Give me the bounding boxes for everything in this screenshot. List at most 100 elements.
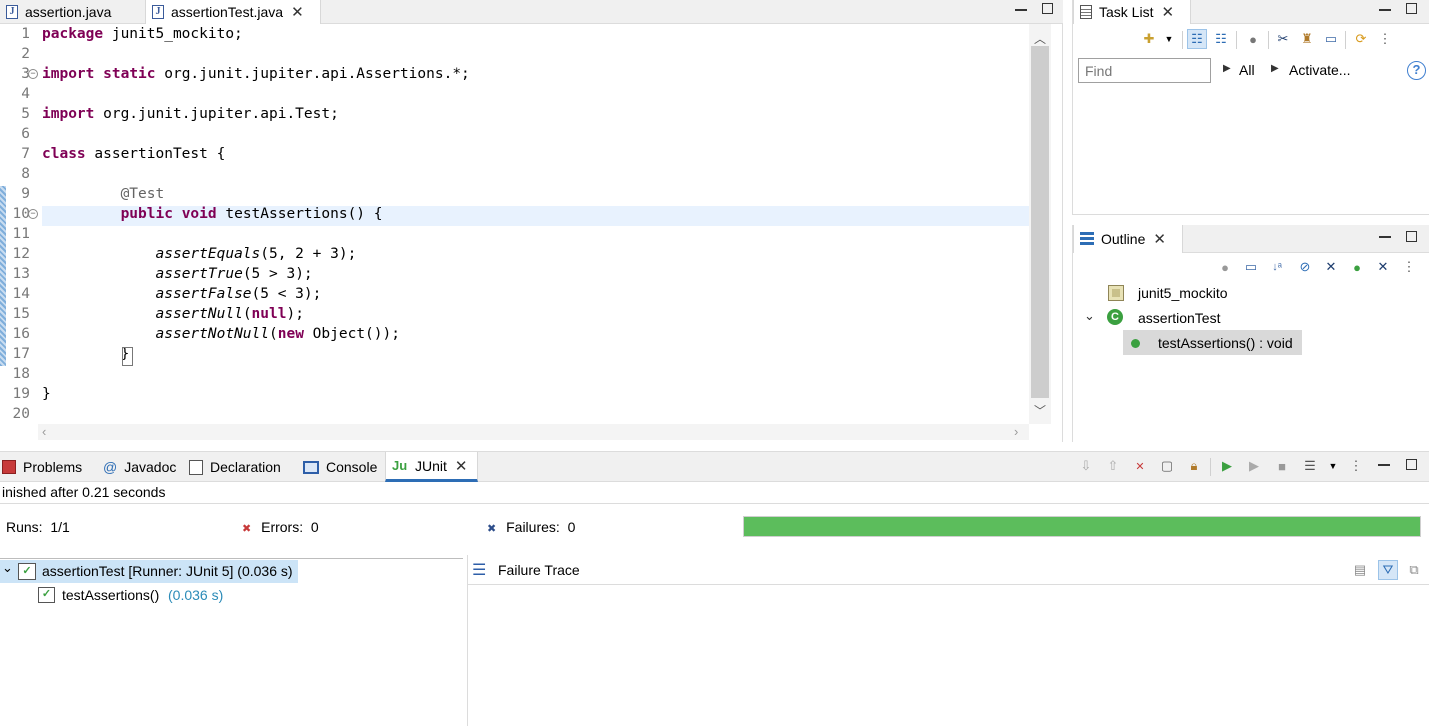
stop-icon[interactable]: ■ (1272, 456, 1292, 476)
minimize-icon[interactable] (1378, 458, 1390, 466)
tab-assertiontest-java[interactable]: J assertionTest.java ✕ (145, 0, 321, 24)
fold-icon[interactable]: − (28, 69, 38, 79)
line-number: 3 (21, 66, 30, 82)
tab-task-list[interactable]: Task List ✕ (1073, 0, 1191, 24)
close-icon[interactable]: ✕ (1161, 3, 1174, 21)
horizontal-scrollbar[interactable]: ‹ › (38, 424, 1029, 440)
copy-trace-icon[interactable]: ⧉ (1404, 560, 1424, 580)
minimize-icon[interactable] (1379, 230, 1391, 238)
rerun-failed-icon[interactable]: ▶ (1244, 456, 1264, 476)
show-skipped-icon[interactable]: ▢ (1157, 456, 1177, 476)
code-line: assertNull(null); (155, 306, 304, 322)
maximize-icon[interactable] (1406, 3, 1417, 14)
hide-local-types-icon[interactable]: ✕ (1373, 257, 1393, 277)
expand-arrow-icon[interactable]: ▶ (1223, 63, 1231, 74)
tab-label: Outline (1101, 231, 1146, 247)
tab-outline[interactable]: Outline ✕ (1073, 225, 1183, 253)
new-task-icon[interactable]: ✚ (1139, 29, 1159, 49)
runs-label: Runs: (6, 519, 43, 535)
hide-static-icon[interactable]: ✕ (1321, 257, 1341, 277)
collapse-all-icon[interactable]: ▭ (1241, 257, 1261, 277)
code-editor[interactable]: 1 package junit5_mockito; 2 3 import static … (0, 24, 1063, 442)
bracket-match-box (122, 347, 133, 366)
hide-completed-icon[interactable]: ✂ (1273, 29, 1293, 49)
test-history-icon[interactable]: ☰ (1300, 456, 1320, 476)
tree-row-root[interactable]: ⌄ ✓ assertionTest [Runner: JUnit 5] (0.0… (0, 560, 298, 583)
scroll-up-icon[interactable]: ︿ (1034, 30, 1046, 47)
help-icon[interactable]: ? (1407, 61, 1426, 80)
tab-label: Problems (23, 459, 83, 475)
tab-console[interactable]: Console (297, 452, 385, 482)
tab-junit[interactable]: Ju JUnit ✕ (385, 452, 478, 482)
tab-declaration[interactable]: Declaration (183, 452, 297, 482)
line-number: 2 (21, 46, 30, 62)
scroll-left-icon[interactable]: ‹ (42, 424, 46, 439)
view-menu-icon[interactable]: ⋮ (1375, 29, 1395, 49)
tab-javadoc[interactable]: @ Javadoc (97, 452, 183, 482)
chevron-down-icon[interactable]: ⌄ (1084, 308, 1095, 324)
maximize-icon[interactable] (1406, 231, 1417, 242)
outline-class[interactable]: assertionTest (1138, 310, 1220, 326)
scroll-down-icon[interactable]: ﹀ (1034, 402, 1046, 419)
hide-fields-icon[interactable]: ⊘ (1295, 257, 1315, 277)
view-menu-icon[interactable]: ⋮ (1346, 456, 1366, 476)
fold-icon[interactable]: − (28, 209, 38, 219)
all-link[interactable]: All (1239, 62, 1255, 78)
editor-tabbar: J assertion.java J assertionTest.java ✕ (0, 0, 1063, 24)
outline-package[interactable]: junit5_mockito (1138, 285, 1228, 301)
dropdown-icon[interactable]: ▼ (1159, 29, 1179, 49)
tree-root-label: assertionTest [Runner: JUnit 5] (0.036 s… (42, 563, 293, 579)
line-number: 14 (12, 286, 30, 302)
line-number: 6 (21, 126, 30, 142)
find-input[interactable]: Find (1078, 58, 1211, 83)
rerun-icon[interactable]: ▶ (1217, 456, 1237, 476)
hide-nonpublic-icon[interactable]: ● (1347, 257, 1367, 277)
close-icon[interactable]: ✕ (1153, 230, 1166, 248)
minimize-icon[interactable] (1015, 3, 1027, 11)
maximize-icon[interactable] (1042, 3, 1053, 14)
focus-icon[interactable]: ● (1215, 257, 1235, 277)
bottom-tabbar: Problems @ Javadoc Declaration Console J… (0, 452, 1429, 482)
line-number: 13 (12, 266, 30, 282)
scroll-right-icon[interactable]: › (1014, 424, 1018, 439)
collapse-all-icon[interactable]: ▭ (1321, 29, 1341, 49)
view-menu-icon[interactable]: ⋮ (1399, 257, 1419, 277)
show-failures-only-icon[interactable]: ✕ (1130, 456, 1150, 476)
chevron-down-icon[interactable]: ⌄ (2, 560, 13, 576)
next-failure-icon[interactable]: ⇩ (1076, 456, 1096, 476)
expand-arrow-icon[interactable]: ▶ (1271, 63, 1279, 74)
outline-method-row[interactable]: testAssertions() : void (1123, 330, 1302, 355)
progress-fill (744, 517, 1420, 536)
sort-az-icon[interactable]: ↓ᵃ (1267, 257, 1287, 277)
tab-assertion-java[interactable]: J assertion.java (0, 0, 145, 24)
code-line: assertEquals(5, 2 + 3); (155, 246, 357, 262)
minimize-icon[interactable] (1379, 3, 1391, 11)
filter-icon[interactable]: ♜ (1297, 29, 1317, 49)
scroll-lock-icon[interactable]: 🔒︎ (1184, 456, 1204, 476)
errors-label: Errors: (261, 519, 304, 535)
close-icon[interactable]: ✕ (455, 457, 468, 475)
filter-stack-icon[interactable]: ⛛ (1378, 560, 1398, 580)
focus-icon[interactable]: ● (1243, 29, 1263, 49)
close-icon[interactable]: ✕ (291, 3, 304, 21)
compare-results-icon[interactable]: ▤ (1350, 560, 1370, 580)
categorized-icon[interactable]: ☷ (1187, 29, 1207, 49)
code-line: } (42, 346, 130, 362)
test-tree[interactable]: ⌄ ✓ assertionTest [Runner: JUnit 5] (0.0… (0, 558, 463, 726)
scrollbar-thumb[interactable] (1031, 46, 1049, 398)
line-number: 11 (12, 226, 30, 242)
maximize-icon[interactable] (1406, 459, 1417, 470)
previous-failure-icon[interactable]: ⇧ (1103, 456, 1123, 476)
task-list-toolbar: ✚ ▼ ☷ ☷ ● ✂ ♜ ▭ ⟳ ⋮ (1139, 29, 1429, 51)
activate-link[interactable]: Activate... (1289, 62, 1350, 78)
bottom-panel: Problems @ Javadoc Declaration Console J… (0, 451, 1429, 726)
junit-toolbar: ⇩ ⇧ ✕ ▢ 🔒︎ ▶ ▶ ■ ☰ ▼ ⋮ (1076, 456, 1376, 478)
scheduled-icon[interactable]: ☷ (1211, 29, 1231, 49)
tab-problems[interactable]: Problems (0, 452, 97, 482)
sync-icon[interactable]: ⟳ (1351, 29, 1371, 49)
stack-trace-icon: ☰ (472, 562, 487, 579)
vertical-scrollbar[interactable]: ︿ ﹀ (1029, 24, 1051, 424)
code-line: package junit5_mockito; (42, 26, 243, 42)
dropdown-icon[interactable]: ▼ (1323, 456, 1343, 476)
tab-label: Task List (1099, 4, 1154, 20)
